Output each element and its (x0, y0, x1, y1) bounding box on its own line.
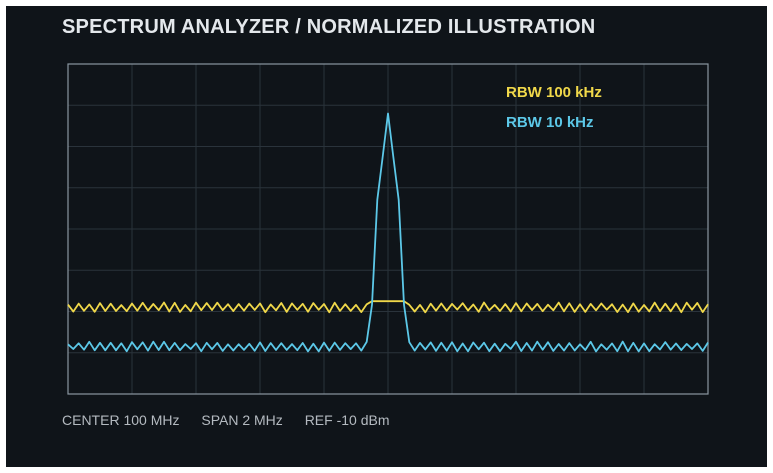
legend-entry: RBW 10 kHz (506, 114, 594, 131)
center-frequency: CENTER 100 MHz (62, 412, 180, 428)
legend-entry: RBW 100 kHz (506, 84, 602, 101)
figure: SPECTRUM ANALYZER / NORMALIZED ILLUSTRAT… (0, 0, 773, 473)
legend: RBW 100 kHz RBW 10 kHz (506, 84, 602, 131)
frequency-span: SPAN 2 MHz (201, 412, 283, 428)
reference-level: REF -10 dBm (304, 412, 390, 428)
plot-area: RBW 100 kHz RBW 10 kHz (67, 63, 709, 395)
footer-readout: CENTER 100 MHz SPAN 2 MHz REF -10 dBm (62, 412, 408, 428)
